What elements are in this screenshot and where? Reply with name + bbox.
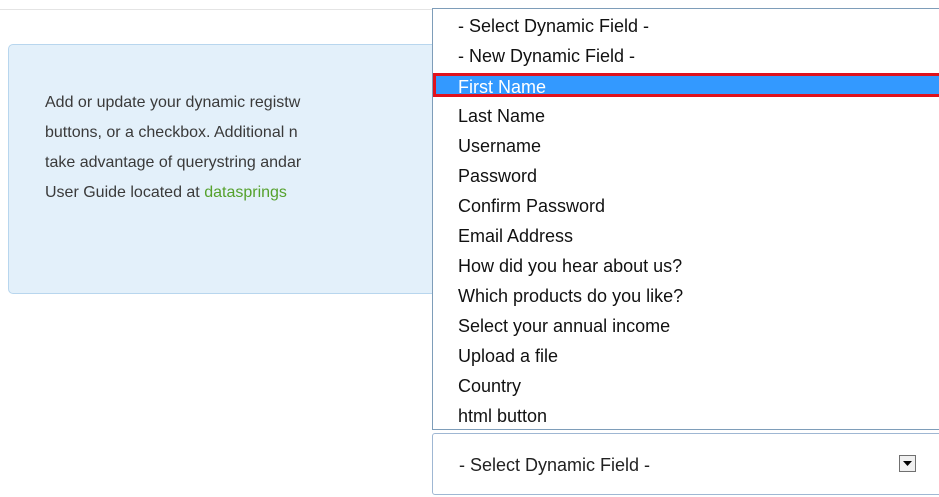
option-confirm-password[interactable]: Confirm Password bbox=[433, 191, 939, 221]
chevron-down-icon[interactable] bbox=[899, 455, 916, 472]
datasprings-link[interactable]: datasprings bbox=[204, 184, 287, 201]
select-current-value: - Select Dynamic Field - bbox=[459, 455, 651, 475]
option-html-button[interactable]: html button bbox=[433, 401, 939, 431]
option-country[interactable]: Country bbox=[433, 371, 939, 401]
option-annual-income[interactable]: Select your annual income bbox=[433, 311, 939, 341]
option-select-dynamic-field[interactable]: - Select Dynamic Field - bbox=[433, 11, 939, 41]
option-upload-file[interactable]: Upload a file bbox=[433, 341, 939, 371]
option-username[interactable]: Username bbox=[433, 131, 939, 161]
option-first-name[interactable]: First Name bbox=[433, 73, 939, 97]
dynamic-field-dropdown-list[interactable]: - Select Dynamic Field - - New Dynamic F… bbox=[432, 8, 939, 430]
info-text-prefix: User Guide located at bbox=[45, 184, 205, 201]
option-password[interactable]: Password bbox=[433, 161, 939, 191]
dynamic-field-select[interactable]: - Select Dynamic Field - bbox=[432, 433, 939, 495]
option-how-did-you-hear[interactable]: How did you hear about us? bbox=[433, 251, 939, 281]
option-email-address[interactable]: Email Address bbox=[433, 221, 939, 251]
option-which-products[interactable]: Which products do you like? bbox=[433, 281, 939, 311]
info-text-line-4: User Guide located at datasprings bbox=[45, 182, 475, 204]
option-last-name[interactable]: Last Name bbox=[433, 101, 939, 131]
info-text-line-3: take advantage of querystring andar bbox=[45, 154, 302, 171]
option-new-dynamic-field[interactable]: - New Dynamic Field - bbox=[433, 41, 939, 71]
info-text-line-2: buttons, or a checkbox. Additional n bbox=[45, 124, 298, 141]
info-text-line-1: Add or update your dynamic registw bbox=[45, 94, 301, 111]
